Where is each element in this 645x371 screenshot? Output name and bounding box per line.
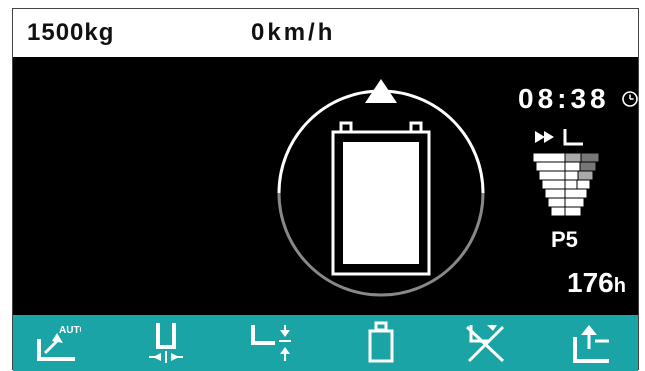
battery-icon bbox=[331, 121, 431, 276]
power-mode-label: P5 bbox=[551, 227, 578, 252]
hour-meter-unit: h bbox=[613, 275, 626, 297]
fork-height-icon[interactable] bbox=[249, 321, 295, 365]
auto-tilt-icon[interactable]: AUTO bbox=[35, 321, 81, 365]
clock-readout: 08:38 bbox=[518, 83, 610, 114]
fork-spread-icon[interactable] bbox=[143, 321, 189, 365]
disabled-function-icon[interactable] bbox=[463, 321, 509, 365]
status-bar: 1500kg 0km/h bbox=[13, 9, 638, 57]
hour-meter-value: 176 bbox=[567, 267, 614, 298]
speed-gear-bars-icon bbox=[533, 129, 600, 217]
load-weight-readout: 1500kg bbox=[27, 19, 115, 46]
clock-icon bbox=[622, 91, 638, 107]
lift-up-icon[interactable] bbox=[569, 321, 615, 365]
load-weight-icon[interactable] bbox=[358, 321, 404, 365]
battery-dial bbox=[277, 79, 485, 297]
speed-readout: 0km/h bbox=[251, 19, 336, 46]
hour-meter: 176h bbox=[567, 267, 626, 299]
function-icon-bar: AUTO bbox=[13, 315, 638, 371]
svg-text:AUTO: AUTO bbox=[59, 325, 81, 336]
main-display: 08:38 P5 176h bbox=[13, 57, 638, 315]
dashboard-frame: 1500kg 0km/h 08:38 P5 176h AUT bbox=[12, 8, 639, 371]
